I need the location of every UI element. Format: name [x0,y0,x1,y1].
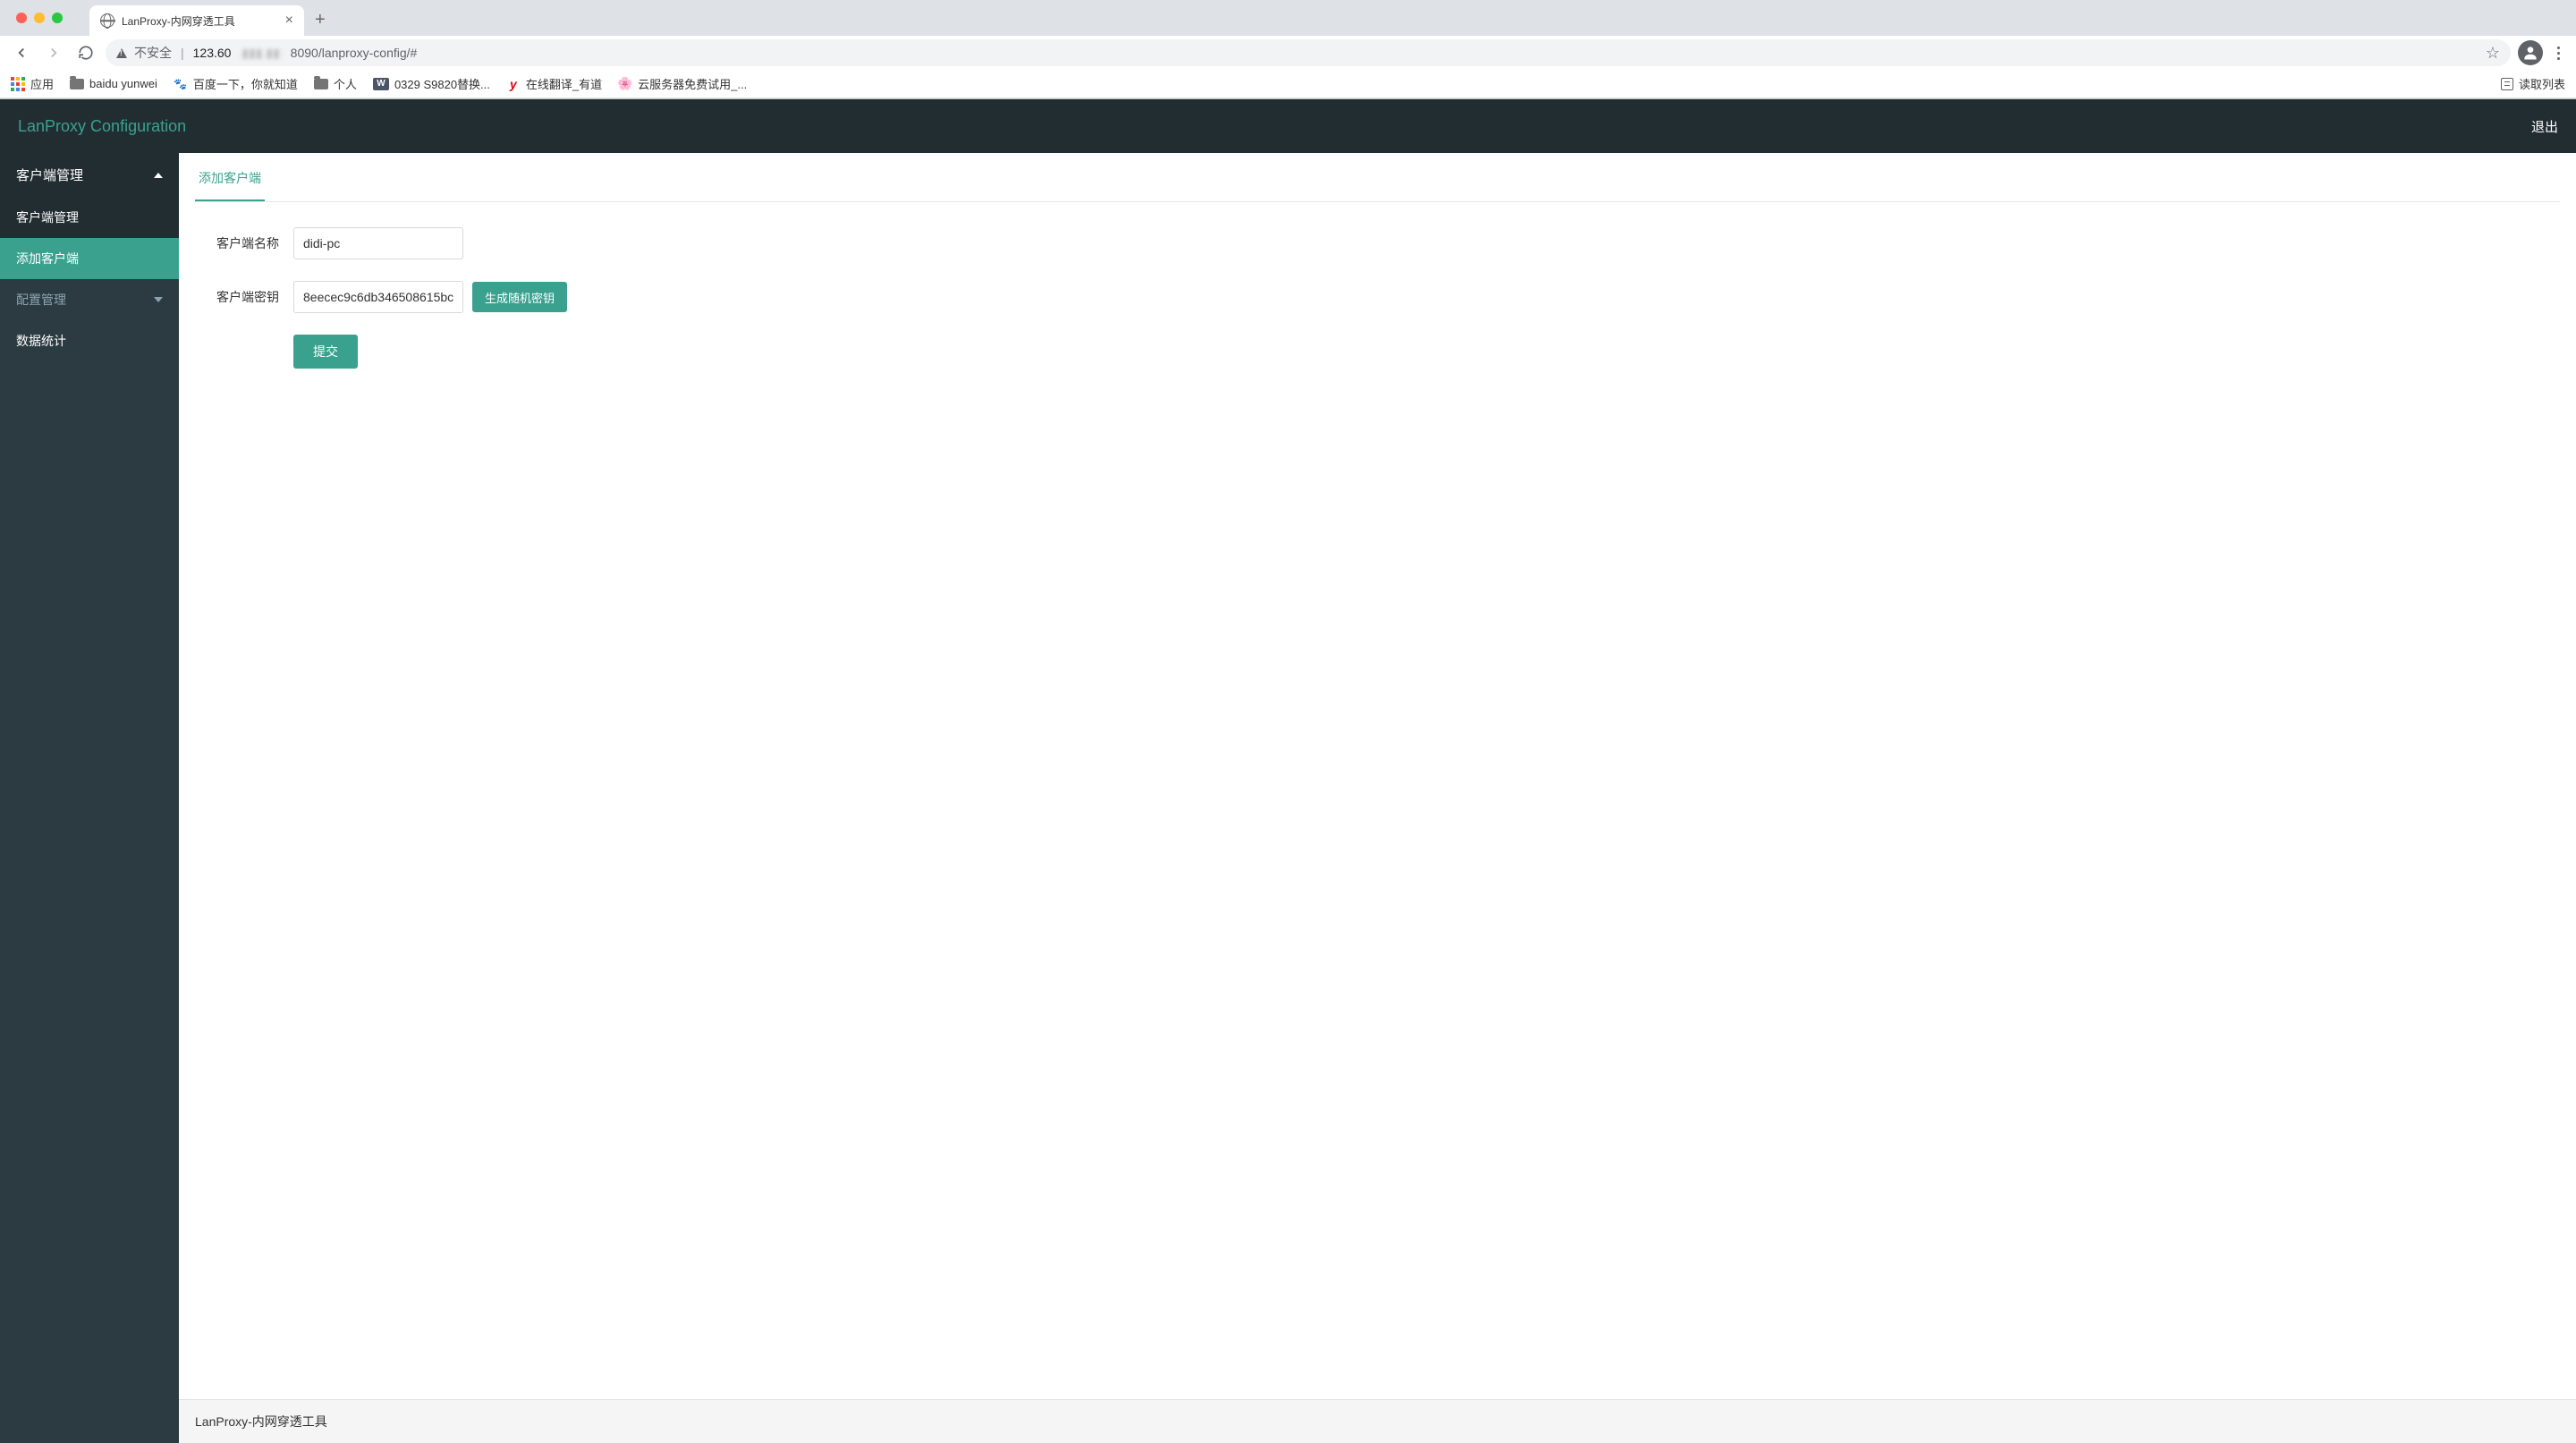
bookmark-folder-baidu-yunwei[interactable]: baidu yunwei [70,77,157,90]
app-brand: LanProxy Configuration [18,117,186,136]
app-body: 客户端管理 客户端管理 添加客户端 配置管理 数据统计 添加客户端 [0,153,2576,1443]
bookmark-baidu[interactable]: 🐾 百度一下，你就知道 [174,75,298,92]
chevron-down-icon [154,297,163,302]
apps-shortcut[interactable]: 应用 [11,75,54,92]
profile-avatar-button[interactable] [2518,40,2543,65]
tab-add-client[interactable]: 添加客户端 [195,153,265,201]
new-tab-button[interactable]: + [304,10,336,30]
apps-grid-icon [11,77,25,91]
client-name-input[interactable] [293,227,463,259]
baidu-icon: 🐾 [174,77,188,91]
content-area: 添加客户端 客户端名称 客户端密钥 生成随机密钥 提交 [179,153,2576,1443]
sidebar: 客户端管理 客户端管理 添加客户端 配置管理 数据统计 [0,153,179,1443]
client-key-label: 客户端密钥 [195,288,293,306]
sidebar-item-client-manage[interactable]: 客户端管理 [0,197,179,238]
bookmark-folder-personal[interactable]: 个人 [314,75,357,92]
form-row-key: 客户端密钥 生成随机密钥 [195,281,2560,313]
url-host: 123.60 [193,46,232,60]
client-key-input[interactable] [293,281,463,313]
close-tab-icon[interactable]: × [285,13,293,29]
app-header: LanProxy Configuration 退出 [0,99,2576,153]
url-masked: .▮▮▮.▮▮: [238,46,283,61]
reading-list-button[interactable]: 读取列表 [2501,75,2565,92]
sidebar-item-label: 数据统计 [16,334,66,348]
reading-list-icon [2501,78,2513,90]
add-client-form: 客户端名称 客户端密钥 生成随机密钥 提交 [195,202,2560,394]
insecure-label: 不安全 [134,44,172,62]
client-name-label: 客户端名称 [195,234,293,252]
form-row-name: 客户端名称 [195,227,2560,259]
browser-menu-icon[interactable] [2550,47,2567,60]
submit-button[interactable]: 提交 [293,335,358,369]
bookmark-w-item[interactable]: W 0329 S9820替换... [373,75,490,92]
browser-toolbar: 不安全 | 123.60 .▮▮▮.▮▮: 8090/lanproxy-conf… [0,36,2576,70]
youdao-icon: y [506,77,521,91]
forward-button[interactable] [41,40,66,65]
logout-link[interactable]: 退出 [2531,117,2558,136]
chevron-up-icon [154,173,163,178]
form-actions: 提交 [195,335,2560,369]
content-inner: 添加客户端 客户端名称 客户端密钥 生成随机密钥 提交 [179,153,2576,1399]
address-bar[interactable]: 不安全 | 123.60 .▮▮▮.▮▮: 8090/lanproxy-conf… [106,39,2511,66]
maximize-window-icon[interactable] [52,13,63,23]
reload-button[interactable] [73,40,98,65]
sidebar-group-label: 配置管理 [16,291,66,309]
globe-icon [100,13,114,28]
app-footer: LanProxy-内网穿透工具 [179,1399,2576,1443]
back-button[interactable] [9,40,34,65]
sidebar-item-label: 客户端管理 [16,210,79,225]
tab-title: LanProxy-内网穿透工具 [122,13,278,29]
content-tabs: 添加客户端 [195,153,2560,202]
insecure-icon [116,48,127,58]
bookmark-youdao[interactable]: y 在线翻译_有道 [506,75,602,92]
minimize-window-icon[interactable] [34,13,45,23]
bookmark-star-icon[interactable]: ☆ [2486,44,2500,63]
w-icon: W [373,78,389,90]
folder-icon [70,79,84,89]
sidebar-group-config[interactable]: 配置管理 [0,279,179,320]
sidebar-item-stats[interactable]: 数据统计 [0,320,179,361]
sidebar-group-label: 客户端管理 [16,166,83,184]
folder-icon [314,79,328,89]
browser-tab[interactable]: LanProxy-内网穿透工具 × [89,5,304,36]
tab-bar: LanProxy-内网穿透工具 × + [0,0,2576,36]
close-window-icon[interactable] [16,13,27,23]
window-controls [7,13,72,23]
generate-key-button[interactable]: 生成随机密钥 [472,282,567,312]
sidebar-item-label: 添加客户端 [16,251,79,266]
sidebar-item-add-client[interactable]: 添加客户端 [0,238,179,279]
bookmarks-bar: 应用 baidu yunwei 🐾 百度一下，你就知道 个人 W 0329 S9… [0,70,2576,98]
huawei-icon: 🌸 [618,77,632,91]
url-path: 8090/lanproxy-config/# [291,46,418,60]
app: LanProxy Configuration 退出 客户端管理 客户端管理 添加… [0,99,2576,1443]
browser-chrome: LanProxy-内网穿透工具 × + 不安全 | 123.60 .▮▮▮.▮▮… [0,0,2576,99]
bookmark-huawei[interactable]: 🌸 云服务器免费试用_... [618,75,747,92]
sidebar-group-client[interactable]: 客户端管理 [0,153,179,197]
